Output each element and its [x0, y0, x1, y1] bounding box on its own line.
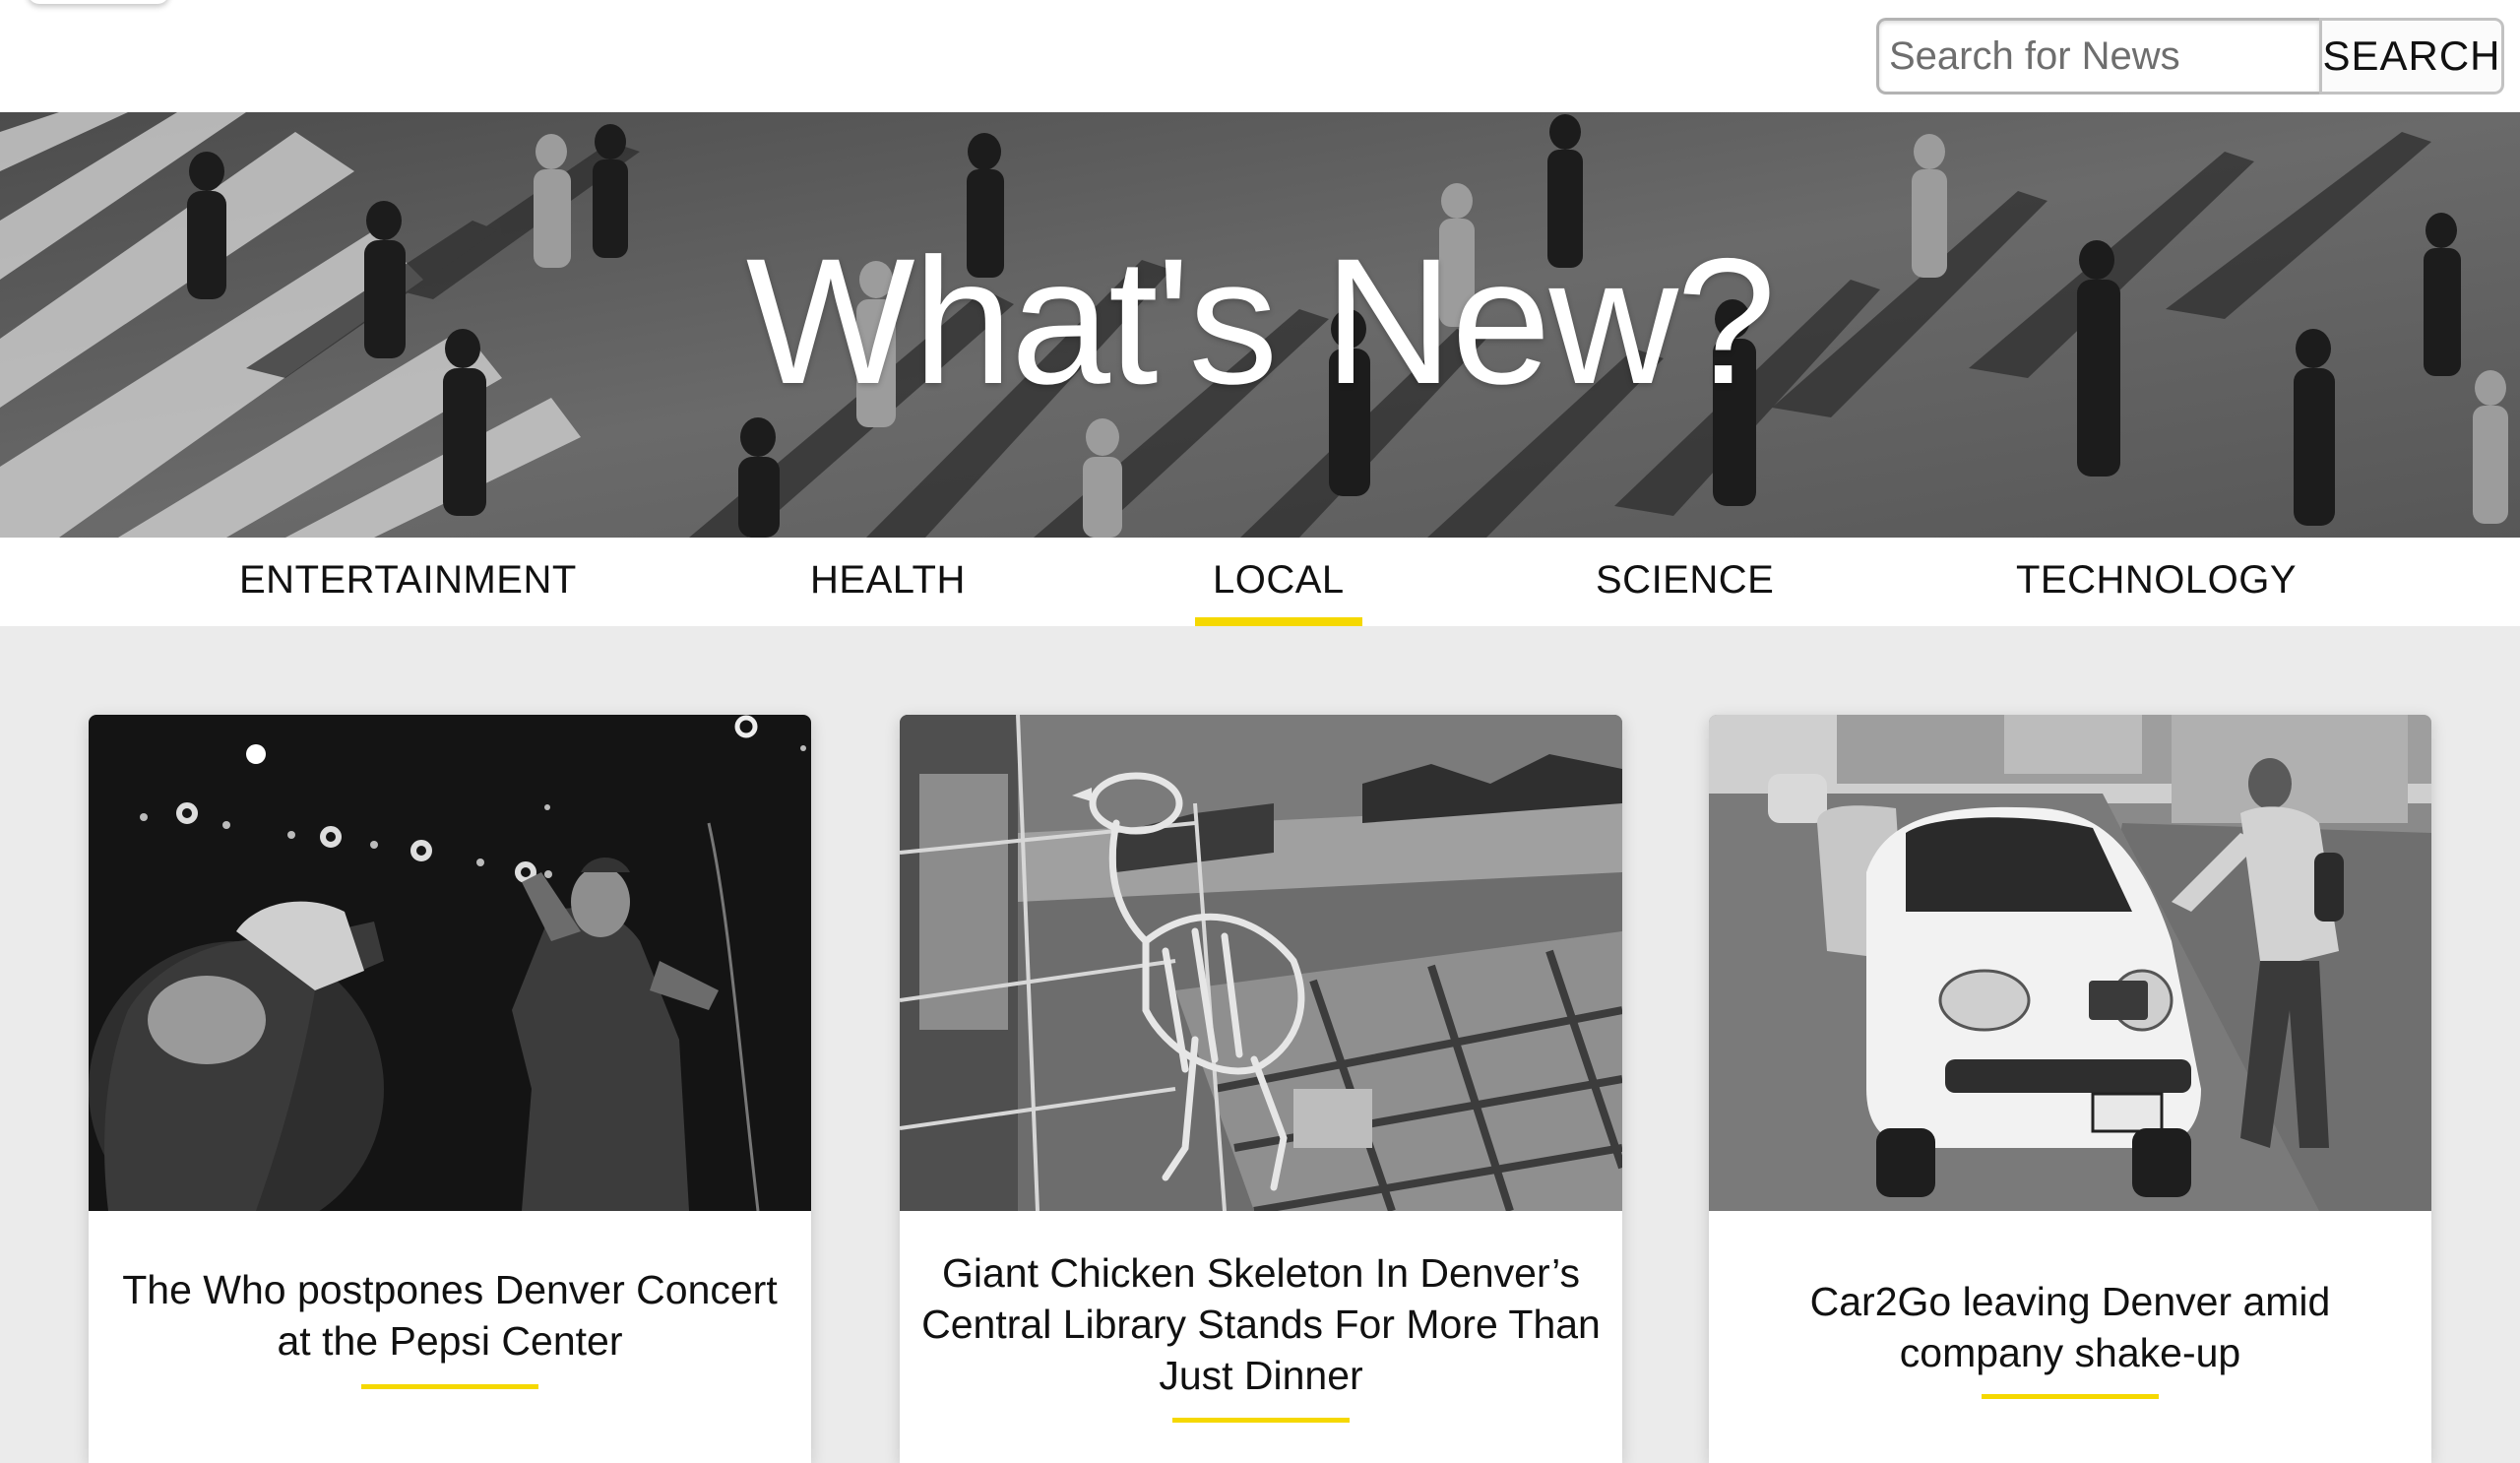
- article-title[interactable]: Giant Chicken Skeleton In Denver’s Centr…: [919, 1247, 1603, 1401]
- nav-item-health[interactable]: HEALTH: [810, 538, 966, 626]
- library-skeleton-photo: [900, 715, 1622, 1211]
- concert-photo: [89, 715, 811, 1211]
- nav-item-technology[interactable]: TECHNOLOGY: [2016, 538, 2297, 626]
- page-title: What's New?: [745, 221, 1776, 421]
- menu-tab[interactable]: [28, 0, 169, 4]
- article-title[interactable]: Car2Go leaving Denver amid company shake…: [1729, 1276, 2412, 1378]
- nav-item-science[interactable]: SCIENCE: [1596, 538, 1774, 626]
- article-card[interactable]: Car2Go leaving Denver amid company shake…: [1709, 715, 2431, 1463]
- search-button[interactable]: SEARCH: [2319, 18, 2504, 95]
- category-nav: ENTERTAINMENT HEALTH LOCAL SCIENCE TECHN…: [0, 538, 2520, 626]
- search-form: SEARCH: [1876, 18, 2504, 95]
- top-bar: SEARCH: [0, 0, 2520, 112]
- title-underline: [361, 1384, 538, 1389]
- article-card[interactable]: Giant Chicken Skeleton In Denver’s Centr…: [900, 715, 1622, 1463]
- title-underline: [1172, 1418, 1350, 1423]
- car2go-photo: [1709, 715, 2431, 1211]
- nav-item-local[interactable]: LOCAL: [1195, 538, 1362, 626]
- nav-item-entertainment[interactable]: ENTERTAINMENT: [239, 538, 577, 626]
- article-title[interactable]: The Who postpones Denver Concert at the …: [108, 1264, 791, 1367]
- article-card[interactable]: The Who postpones Denver Concert at the …: [89, 715, 811, 1463]
- search-input[interactable]: [1876, 18, 2319, 95]
- hero-banner: What's New?: [0, 112, 2520, 538]
- title-underline: [1982, 1394, 2159, 1399]
